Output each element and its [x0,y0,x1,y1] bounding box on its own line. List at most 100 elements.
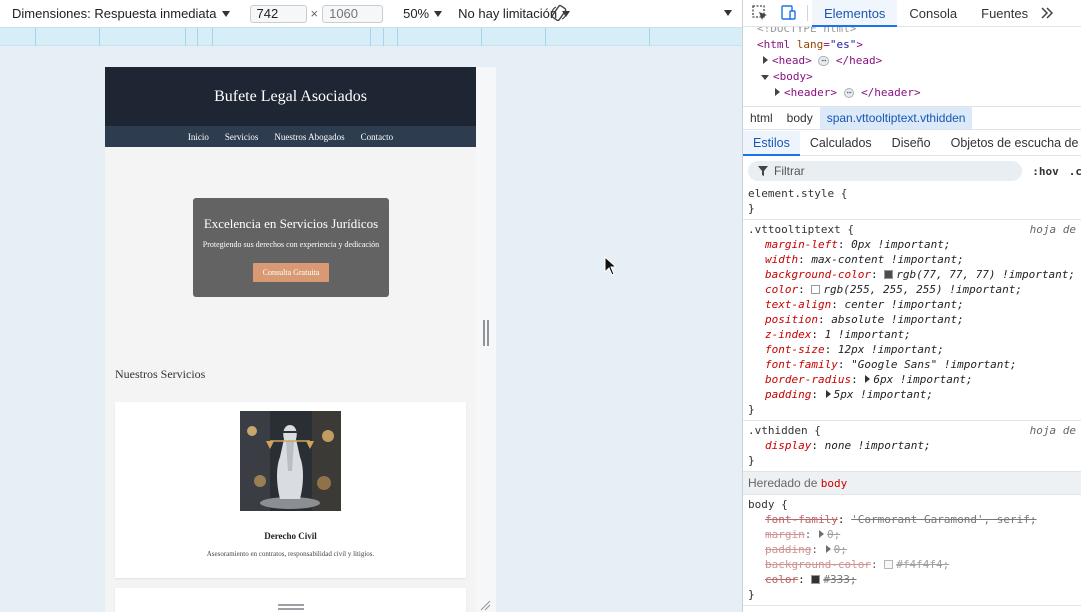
breadcrumb-span[interactable]: span.vttooltiptext.vthidden [819,107,973,129]
nav-link-servicios[interactable]: Servicios [225,132,259,142]
css-prop[interactable]: z-index: 1 !important; [748,327,1081,342]
inherited-header: Heredado de body [743,472,1081,495]
dom-html-attr: lang [796,38,824,51]
tab-calculados[interactable]: Calculados [800,131,882,156]
expand-arrow-icon[interactable] [865,375,871,383]
ruler-tick [481,28,482,47]
tab-estilos[interactable]: Estilos [743,130,800,156]
ruler-tick [397,28,398,47]
css-prop[interactable]: padding: 0; [748,542,1081,557]
browser-window: Dimensiones: Respuesta inmediata × 50% N… [0,0,1081,612]
more-tabs-icon[interactable] [1040,6,1054,20]
rule-close: } [748,403,755,416]
service-description: Asesoramiento en contratos, responsabili… [206,550,375,558]
styles-filter-input[interactable]: Filtrar [748,161,1023,181]
dom-doctype: <!DOCTYPE html> [757,27,857,35]
css-prop[interactable]: margin: 0; [748,527,1081,542]
collapse-arrow-icon[interactable] [761,75,769,80]
zoom-dropdown[interactable]: 50% [403,6,443,21]
ruler-tick [370,28,371,47]
resize-corner-icon[interactable] [479,599,491,611]
rule-vttooltiptext: .vttooltiptext {hoja de margin-left: 0px… [743,220,1081,421]
dom-node-body[interactable]: <body> [761,70,813,83]
expand-arrow-icon[interactable] [763,56,768,64]
device-toolbar-icon[interactable] [779,4,797,22]
css-prop[interactable]: font-size: 12px !important; [748,342,1081,357]
dom-node-header[interactable]: <header> ⋯ </header> [775,86,921,99]
inherited-from-link[interactable]: body [821,477,848,490]
ellipsis-icon[interactable]: ⋯ [818,56,830,66]
dom-header-close: </header> [861,86,921,99]
css-prop[interactable]: margin-left: 0px !important; [748,237,1081,252]
chevron-down-icon [434,10,443,17]
ruler-tick [197,28,198,47]
breadcrumb-body[interactable]: body [780,107,820,129]
nav-link-inicio[interactable]: Inicio [188,132,209,142]
tab-fuentes[interactable]: Fuentes [969,0,1040,27]
ellipsis-icon[interactable]: ⋯ [843,88,855,98]
width-input[interactable] [249,4,307,23]
rule-selector: element.style { [748,187,848,200]
expand-arrow-icon[interactable] [819,530,824,538]
tab-elementos[interactable]: Elementos [812,0,898,27]
css-prop[interactable]: position: absolute !important; [748,312,1081,327]
css-prop[interactable]: color: rgb(255, 255, 255) !important; [748,282,1081,297]
rule-body: body { font-family: 'Cormorant Garamond'… [743,495,1081,606]
hero-card: Excelencia en Servicios Jurídicos Proteg… [193,198,389,297]
dimensions-dropdown[interactable]: Dimensiones: Respuesta inmediata [12,6,230,21]
rule-source[interactable]: hoja de [1030,423,1076,438]
css-prop[interactable]: color: #333; [748,572,1081,587]
nav-link-contacto[interactable]: Contacto [361,132,394,142]
dom-head-open: <head> [772,54,812,67]
cls-toggle[interactable]: .c [1069,165,1081,178]
color-swatch-icon[interactable] [884,560,894,569]
rule-source[interactable]: hoja de [1030,222,1076,237]
ruler-tick [545,28,546,47]
css-prop[interactable]: padding: 5px !important; [748,387,1081,402]
nav-link-abogados[interactable]: Nuestros Abogados [274,132,344,142]
devtools-panel: Elementos Consola Fuentes <!DOCTYPE html… [742,0,1081,612]
css-prop[interactable]: border-radius: 6px !important; [748,372,1081,387]
css-prop[interactable]: font-family: 'Cormorant Garamond', serif… [748,512,1081,527]
expand-arrow-icon[interactable] [825,545,831,553]
hero-subtitle: Protegiendo sus derechos con experiencia… [202,240,380,249]
resize-handle-right[interactable] [483,320,489,346]
color-swatch-icon[interactable] [811,575,821,584]
tab-diseno[interactable]: Diseño [882,131,941,156]
rotate-icon[interactable] [550,4,568,22]
hov-toggle[interactable]: :hov [1032,165,1059,178]
css-prop[interactable]: text-align: center !important; [748,297,1081,312]
expand-arrow-icon[interactable] [825,390,831,398]
devtools-tabbar: Elementos Consola Fuentes [743,0,1081,27]
breadcrumb-html[interactable]: html [743,107,780,129]
expand-arrow-icon[interactable] [775,88,780,96]
dom-node-html[interactable]: <html lang="es"> [757,38,863,51]
media-query-bar[interactable] [0,27,742,47]
css-prop[interactable]: background-color: rgb(77, 77, 77) !impor… [748,267,1081,282]
more-options-icon[interactable] [724,10,732,16]
tab-event-listeners[interactable]: Objetos de escucha de eve [941,131,1081,156]
height-input[interactable] [322,4,384,23]
emulated-page: Bufete Legal Asociados Inicio Servicios … [105,67,476,612]
inspect-element-icon[interactable] [751,4,769,22]
mouse-cursor-icon [604,256,618,276]
ruler-tick [185,28,186,47]
throttle-label: No hay limitación [458,6,558,21]
service-card: Derecho Civil Asesoramiento en contratos… [115,402,466,578]
color-swatch-icon[interactable] [884,270,894,279]
ruler-tick [212,28,213,47]
dom-node-head[interactable]: <head> ⋯ </head> [763,54,882,67]
css-prop[interactable]: font-family: "Google Sans" !important; [748,357,1081,372]
tab-consola[interactable]: Consola [897,0,969,27]
zoom-label: 50% [403,6,430,21]
resize-handle-bottom[interactable] [278,604,304,610]
filter-placeholder: Filtrar [774,164,805,178]
rule-selector: body { [748,498,788,511]
css-prop[interactable]: background-color: #f4f4f4; [748,557,1081,572]
ruler-tick [35,28,36,47]
css-prop[interactable]: width: max-content !important; [748,252,1081,267]
css-prop[interactable]: display: none !important; [748,438,1081,453]
cta-button[interactable]: Consulta Gratuita [252,263,330,282]
rule-vthidden: .vthidden {hoja de display: none !import… [743,421,1081,472]
color-swatch-icon[interactable] [811,285,821,294]
